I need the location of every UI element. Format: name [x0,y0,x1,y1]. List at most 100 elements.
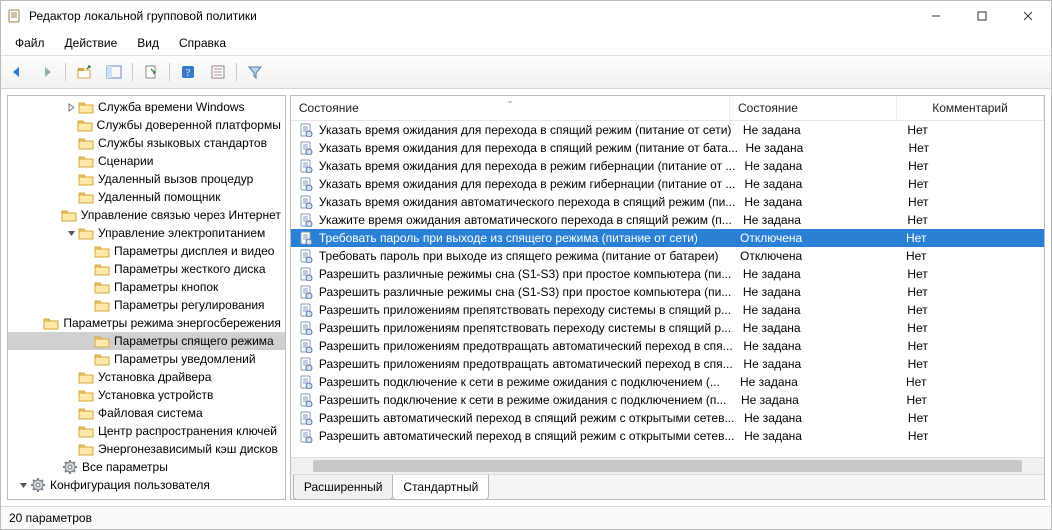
chevron-down-icon[interactable] [64,229,78,238]
filter-button[interactable] [243,60,267,84]
list-row[interactable]: Разрешить различные режимы сна (S1-S3) п… [291,265,1044,283]
tree-scroll[interactable]: Служба времени Windows Службы доверенной … [8,96,285,500]
list-row[interactable]: Указать время ожидания для перехода в ре… [291,157,1044,175]
window-title: Редактор локальной групповой политики [29,9,913,23]
list-row[interactable]: Разрешить автоматический переход в спящи… [291,409,1044,427]
list-row[interactable]: Разрешить приложениям препятствовать пер… [291,319,1044,337]
app-window: Редактор локальной групповой политики Фа… [0,0,1052,530]
tree-item[interactable]: Установка драйвера [8,368,285,386]
list-row[interactable]: Указать время ожидания для перехода в сп… [291,121,1044,139]
scrollbar-thumb[interactable] [313,460,1022,472]
list-row[interactable]: Укажите время ожидания автоматического п… [291,211,1044,229]
tab-bar: Расширенный Стандартный [291,474,1044,499]
list-row[interactable]: Требовать пароль при выходе из спящего р… [291,229,1044,247]
menu-view[interactable]: Вид [127,34,169,52]
column-header-state[interactable]: Состояние [730,96,897,120]
tree-item[interactable]: Энергонезависимый кэш дисков [8,440,285,458]
policy-icon [299,141,313,155]
gear-icon [62,459,78,475]
policy-icon [299,321,313,335]
list-row[interactable]: Указать время ожидания для перехода в ре… [291,175,1044,193]
tree-item[interactable]: Центр распространения ключей [8,422,285,440]
folder-icon [78,225,94,241]
minimize-button[interactable] [913,1,959,31]
tree-item[interactable]: Службы языковых стандартов [8,134,285,152]
policy-name: Разрешить приложениям препятствовать пер… [319,303,731,317]
policy-state: Не задана [736,195,900,209]
tree-item[interactable]: Параметры режима энергосбережения [8,314,285,332]
tree-item[interactable]: Параметры дисплея и видео [8,242,285,260]
tree-item[interactable]: Установка устройств [8,386,285,404]
menu-file[interactable]: Файл [5,34,55,52]
list-row[interactable]: Разрешить различные режимы сна (S1-S3) п… [291,283,1044,301]
show-hide-tree-button[interactable] [102,60,126,84]
chevron-down-icon[interactable] [16,481,30,490]
tree-item[interactable]: Управление связью через Интернет [8,206,285,224]
svg-text:?: ? [186,68,191,79]
tree-item[interactable]: Параметры регулирования [8,296,285,314]
tree-item[interactable]: Сценарии [8,152,285,170]
policy-icon [299,411,313,425]
list-row[interactable]: Требовать пароль при выходе из спящего р… [291,247,1044,265]
policy-state: Не задана [735,285,899,299]
tree-item-label: Файловая система [98,406,203,420]
policy-comment: Нет [900,159,1044,173]
close-button[interactable] [1005,1,1051,31]
list-row[interactable]: Разрешить приложениям препятствовать пер… [291,301,1044,319]
menu-help[interactable]: Справка [169,34,236,52]
policy-comment: Нет [899,123,1044,137]
tree-item[interactable]: Конфигурация пользователя [8,476,285,494]
policy-state: Не задана [735,303,900,317]
list-body[interactable]: Указать время ожидания для перехода в сп… [291,121,1044,457]
column-header-label: Состояние [299,101,359,115]
tree-item-label: Сценарии [98,154,153,168]
policy-icon [299,231,313,245]
list-row[interactable]: Разрешить автоматический переход в спящи… [291,427,1044,445]
tree-item[interactable]: Все параметры [8,458,285,476]
list-row[interactable]: Разрешить подключение к сети в режиме ож… [291,391,1044,409]
tree-item-label: Службы доверенной платформы [97,118,281,132]
list-row[interactable]: Разрешить приложениям предотвращать авто… [291,337,1044,355]
column-header-comment[interactable]: Комментарий [897,96,1044,120]
list-row[interactable]: Указать время ожидания автоматического п… [291,193,1044,211]
up-button[interactable] [72,60,96,84]
export-button[interactable] [139,60,163,84]
tree-item-label: Управление связью через Интернет [81,208,281,222]
policy-icon [299,303,313,317]
chevron-right-icon[interactable] [64,103,78,112]
tree-item[interactable]: Службы доверенной платформы [8,116,285,134]
tree-item[interactable]: Параметры жесткого диска [8,260,285,278]
policy-state: Не задана [736,159,900,173]
horizontal-scrollbar[interactable] [291,457,1044,474]
tree-item[interactable]: Служба времени Windows [8,98,285,116]
tree-item[interactable]: Параметры кнопок [8,278,285,296]
tab-standard[interactable]: Стандартный [392,475,489,500]
tree-item[interactable]: Удаленный помощник [8,188,285,206]
tree-item[interactable]: Параметры уведомлений [8,350,285,368]
policy-icon [299,375,313,389]
help-button[interactable]: ? [176,60,200,84]
column-header-name[interactable]: Состояние ⌄ [291,96,730,120]
tree-item-label: Все параметры [82,460,168,474]
tree-item[interactable]: Удаленный вызов процедур [8,170,285,188]
maximize-button[interactable] [959,1,1005,31]
tab-extended[interactable]: Расширенный [293,475,394,500]
list-row[interactable]: Указать время ожидания для перехода в сп… [291,139,1044,157]
column-header-label: Комментарий [932,101,1008,115]
policy-comment: Нет [899,267,1044,281]
policy-comment: Нет [899,285,1044,299]
list-row[interactable]: Разрешить приложениям предотвращать авто… [291,355,1044,373]
tree-item[interactable]: Файловая система [8,404,285,422]
tree-item[interactable]: Управление электропитанием [8,224,285,242]
folder-icon [78,189,94,205]
policy-comment: Нет [900,339,1044,353]
menu-action[interactable]: Действие [55,34,128,52]
policy-name: Указать время ожидания для перехода в сп… [319,123,732,137]
tree-item-label: Управление электропитанием [98,226,265,240]
properties-button[interactable] [206,60,230,84]
tree-item[interactable]: Параметры спящего режима [8,332,285,350]
policy-name: Разрешить автоматический переход в спящи… [319,411,735,425]
list-row[interactable]: Разрешить подключение к сети в режиме ож… [291,373,1044,391]
back-button[interactable] [5,60,29,84]
forward-button[interactable] [35,60,59,84]
